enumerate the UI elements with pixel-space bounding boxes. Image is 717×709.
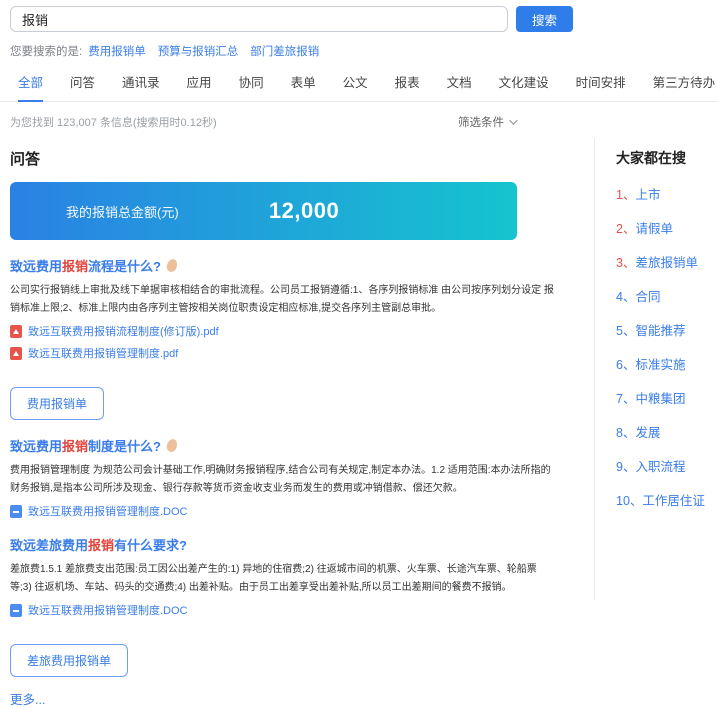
search-suggestions: 您要搜索的是: 费用报销单预算与报销汇总部门差旅报销 bbox=[0, 32, 717, 59]
tab-通讯录[interactable]: 通讯录 bbox=[122, 72, 160, 101]
hot-search-term: 差旅报销单 bbox=[635, 256, 698, 270]
form-shortcut-button[interactable]: 差旅费用报销单 bbox=[10, 644, 128, 677]
hot-search-item[interactable]: 9、入职流程 bbox=[616, 456, 706, 475]
hot-search-item[interactable]: 2、请假单 bbox=[616, 218, 706, 237]
doc-file-icon bbox=[10, 604, 22, 617]
hot-search-rank: 7、 bbox=[616, 392, 635, 406]
attachment-link[interactable]: 致远互联费用报销管理制度.pdf bbox=[10, 345, 555, 361]
hot-search-item[interactable]: 5、智能推荐 bbox=[616, 320, 706, 339]
keyword-highlight: 报销 bbox=[88, 535, 114, 554]
hot-search-item[interactable]: 7、中粮集团 bbox=[616, 388, 706, 407]
tab-时间安排[interactable]: 时间安排 bbox=[576, 72, 626, 101]
hot-search-item[interactable]: 6、标准实施 bbox=[616, 354, 706, 373]
more-link[interactable]: 更多... bbox=[10, 689, 45, 708]
tab-全部[interactable]: 全部 bbox=[18, 72, 43, 102]
tab-报表[interactable]: 报表 bbox=[395, 72, 420, 101]
pdf-file-icon bbox=[10, 347, 22, 360]
hot-search-item[interactable]: 3、差旅报销单 bbox=[616, 252, 706, 271]
search-bar: 搜索 bbox=[0, 0, 717, 32]
search-button[interactable]: 搜索 bbox=[516, 6, 573, 32]
hot-search-term: 智能推荐 bbox=[635, 324, 685, 338]
hot-search-item[interactable]: 8、发展 bbox=[616, 422, 706, 441]
attachment-name: 致远互联费用报销管理制度.DOC bbox=[28, 602, 188, 618]
form-shortcut-button[interactable]: 费用报销单 bbox=[10, 387, 104, 420]
result-snippet: 差旅费1.5.1 差旅费支出范围:员工因公出差产生的:1) 异地的住宿费;2) … bbox=[10, 561, 555, 596]
chevron-down-icon bbox=[509, 116, 517, 124]
hot-search-term: 入职流程 bbox=[635, 460, 685, 474]
hot-search-item[interactable]: 10、工作居住证 bbox=[616, 490, 706, 509]
category-tabs: 全部问答通讯录应用协同表单公文报表文档文化建设时间安排第三方待办 bbox=[0, 59, 717, 102]
hot-search-rank: 9、 bbox=[616, 460, 635, 474]
hot-search-sidebar: 大家都在搜 1、上市 2、请假单 3、差旅报销单 4、合同 5、智能推荐 6、标准实施 7、… bbox=[594, 138, 706, 600]
suggested-query-link[interactable]: 部门差旅报销 bbox=[250, 46, 319, 58]
tab-公文[interactable]: 公文 bbox=[343, 72, 368, 101]
suggestions-label: 您要搜索的是: bbox=[10, 46, 82, 58]
result-title-text: 致远差旅费用 bbox=[10, 535, 88, 554]
tab-第三方待办[interactable]: 第三方待办 bbox=[653, 72, 716, 101]
hot-search-item[interactable]: 1、上市 bbox=[616, 184, 706, 203]
hot-search-rank: 10、 bbox=[616, 494, 642, 508]
hot-search-rank: 5、 bbox=[616, 324, 635, 338]
attachment-link[interactable]: 致远互联费用报销管理制度.DOC bbox=[10, 602, 555, 618]
hot-search-item[interactable]: 4、合同 bbox=[616, 286, 706, 305]
hot-search-term: 请假单 bbox=[635, 222, 673, 236]
tab-协同[interactable]: 协同 bbox=[239, 72, 264, 101]
hot-search-term: 合同 bbox=[635, 290, 660, 304]
hot-search-title: 大家都在搜 bbox=[616, 148, 706, 168]
suggested-query-link[interactable]: 费用报销单 bbox=[88, 46, 146, 58]
hot-search-rank: 8、 bbox=[616, 426, 635, 440]
results-column: 问答 我的报销总金额(元) 12,000 致远费用报销流程是什么?公司实行报销线… bbox=[0, 138, 560, 709]
search-input[interactable] bbox=[10, 6, 508, 32]
tab-表单[interactable]: 表单 bbox=[291, 72, 316, 101]
doc-file-icon bbox=[10, 505, 22, 518]
result-snippet: 公司实行报销线上审批及线下单据审核相结合的审批流程。公司员工报销遵循:1、各序列… bbox=[10, 282, 555, 317]
attachment-name: 致远互联费用报销管理制度.pdf bbox=[28, 345, 178, 361]
attachment-link[interactable]: 致远互联费用报销管理制度.DOC bbox=[10, 503, 555, 519]
hot-search-rank: 6、 bbox=[616, 358, 635, 372]
result-title[interactable]: 致远费用报销制度是什么? bbox=[10, 436, 560, 455]
result-title-text: 制度是什么? bbox=[88, 436, 161, 455]
result-title[interactable]: 致远费用报销流程是什么? bbox=[10, 256, 560, 275]
emoji-icon bbox=[165, 438, 179, 454]
hot-search-rank: 4、 bbox=[616, 290, 635, 304]
filter-toggle[interactable]: 筛选条件 bbox=[458, 114, 515, 130]
attachment-name: 致远互联费用报销管理制度.DOC bbox=[28, 503, 188, 519]
hot-search-term: 中粮集团 bbox=[635, 392, 685, 406]
banner-label: 我的报销总金额(元) bbox=[66, 202, 179, 221]
hot-search-term: 上市 bbox=[635, 188, 660, 202]
tab-应用[interactable]: 应用 bbox=[187, 72, 212, 101]
result-title-text: 致远费用 bbox=[10, 256, 62, 275]
tab-文化建设[interactable]: 文化建设 bbox=[499, 72, 549, 101]
attachment-link[interactable]: 致远互联费用报销流程制度(修订版).pdf bbox=[10, 323, 555, 339]
result-title-text: 致远费用 bbox=[10, 436, 62, 455]
keyword-highlight: 报销 bbox=[62, 256, 88, 275]
hot-search-term: 标准实施 bbox=[635, 358, 685, 372]
emoji-icon bbox=[165, 258, 179, 274]
banner-value: 12,000 bbox=[269, 198, 339, 224]
attachment-name: 致远互联费用报销流程制度(修订版).pdf bbox=[28, 323, 219, 339]
pdf-file-icon bbox=[10, 325, 22, 338]
hot-search-rank: 2、 bbox=[616, 222, 635, 236]
tab-问答[interactable]: 问答 bbox=[70, 72, 95, 101]
keyword-highlight: 报销 bbox=[62, 436, 88, 455]
qa-result: 致远费用报销制度是什么? 费用报销管理制度 为规范公司会计基础工作,明确财务报销程… bbox=[10, 436, 560, 519]
hot-search-rank: 3、 bbox=[616, 256, 635, 270]
hot-search-rank: 1、 bbox=[616, 188, 635, 202]
results-count: 为您找到 123,007 条信息(搜索用时0.12秒) bbox=[10, 114, 217, 130]
qa-result: 致远差旅费用报销有什么要求? 差旅费1.5.1 差旅费支出范围:员工因公出差产生的… bbox=[10, 535, 560, 677]
reimbursement-total-card[interactable]: 我的报销总金额(元) 12,000 bbox=[10, 182, 517, 240]
result-title-text: 流程是什么? bbox=[88, 256, 161, 275]
qa-result: 致远费用报销流程是什么? 公司实行报销线上审批及线下单据审核相结合的审批流程。公司… bbox=[10, 256, 560, 420]
tab-文档[interactable]: 文档 bbox=[447, 72, 472, 101]
filter-label: 筛选条件 bbox=[458, 114, 504, 130]
section-title-qa: 问答 bbox=[10, 148, 560, 169]
hot-search-term: 工作居住证 bbox=[642, 494, 705, 508]
hot-search-term: 发展 bbox=[635, 426, 660, 440]
result-title[interactable]: 致远差旅费用报销有什么要求? bbox=[10, 535, 560, 554]
suggested-query-link[interactable]: 预算与报销汇总 bbox=[158, 46, 239, 58]
result-snippet: 费用报销管理制度 为规范公司会计基础工作,明确财务报销程序,结合公司有关规定,制… bbox=[10, 462, 555, 497]
result-title-text: 有什么要求? bbox=[114, 535, 187, 554]
results-meta-row: 为您找到 123,007 条信息(搜索用时0.12秒) 筛选条件 bbox=[0, 114, 527, 130]
